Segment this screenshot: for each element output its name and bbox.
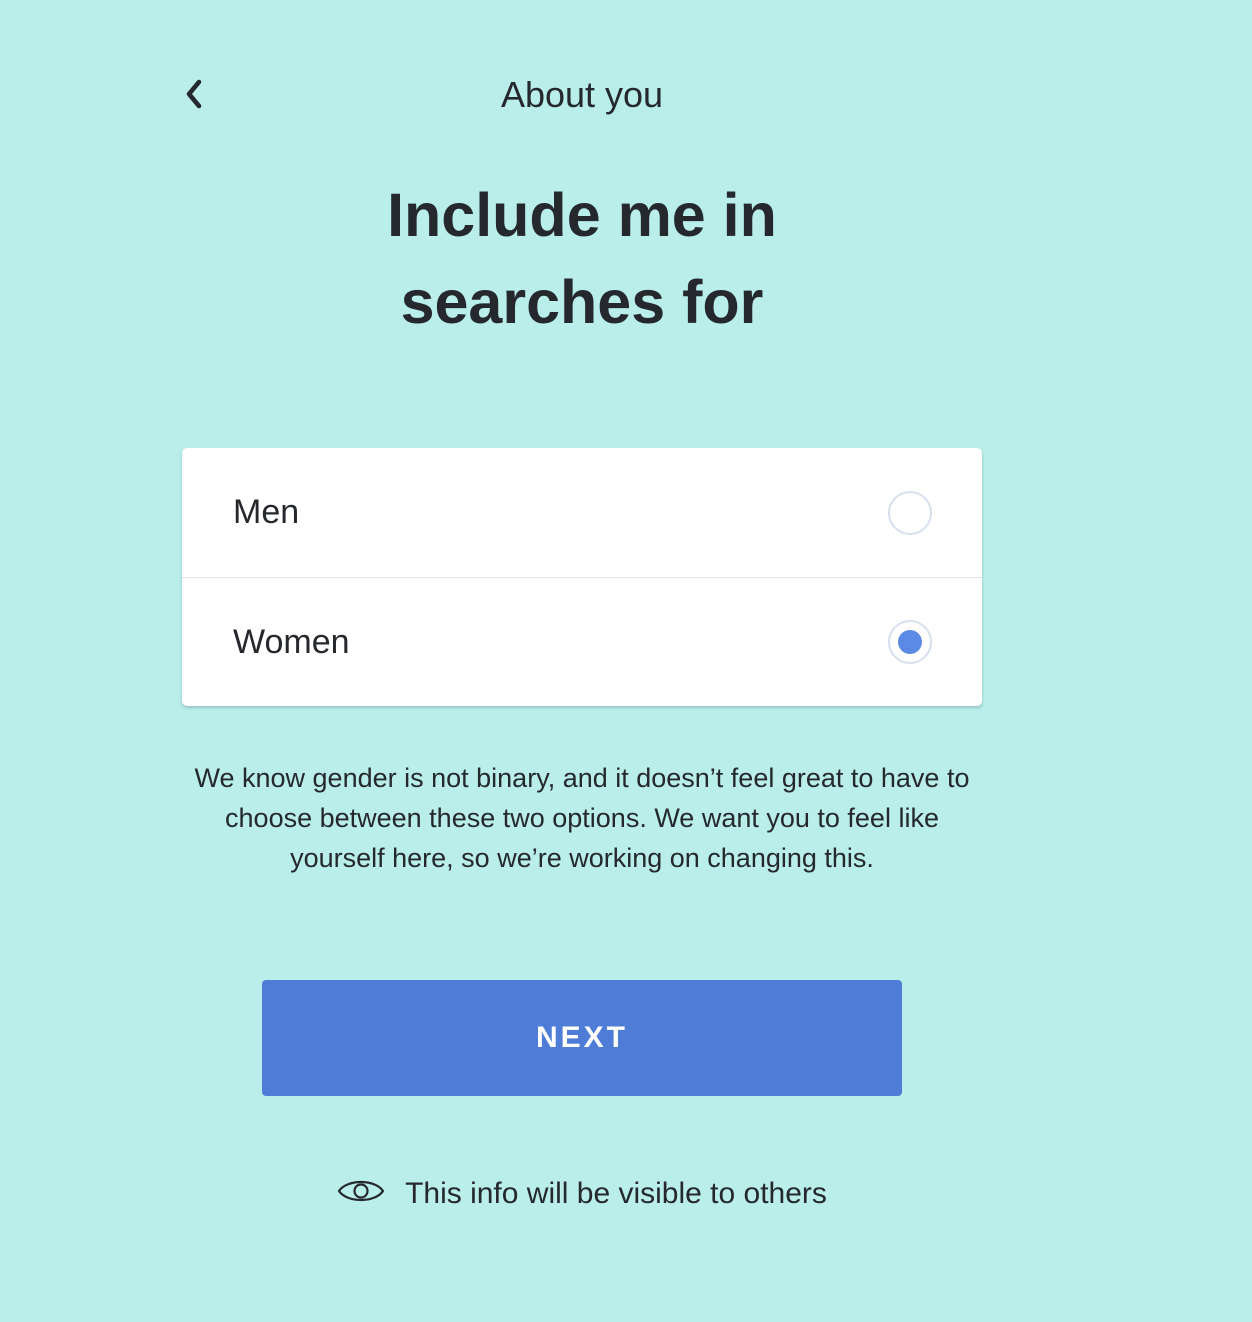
visibility-text: This info will be visible to others: [405, 1176, 827, 1210]
disclaimer-text: We know gender is not binary, and it doe…: [194, 763, 970, 873]
eye-icon: [337, 1176, 385, 1211]
option-label: Women: [233, 622, 350, 661]
option-men[interactable]: Men: [182, 448, 982, 577]
question-line-2: searches for: [400, 268, 764, 336]
question-line-1: Include me in: [387, 181, 777, 249]
visibility-note: This info will be visible to others: [0, 1176, 1164, 1211]
question-heading: Include me in searches for: [320, 172, 844, 346]
radio-button-men[interactable]: [888, 490, 932, 535]
radio-button-women[interactable]: [888, 620, 932, 664]
page-title: About you: [500, 74, 664, 115]
next-button[interactable]: NEXT: [262, 980, 902, 1096]
option-women[interactable]: Women: [182, 577, 982, 706]
options-card: Men Women: [182, 448, 982, 706]
option-label: Men: [233, 493, 300, 531]
radio-selected-dot: [898, 630, 922, 654]
